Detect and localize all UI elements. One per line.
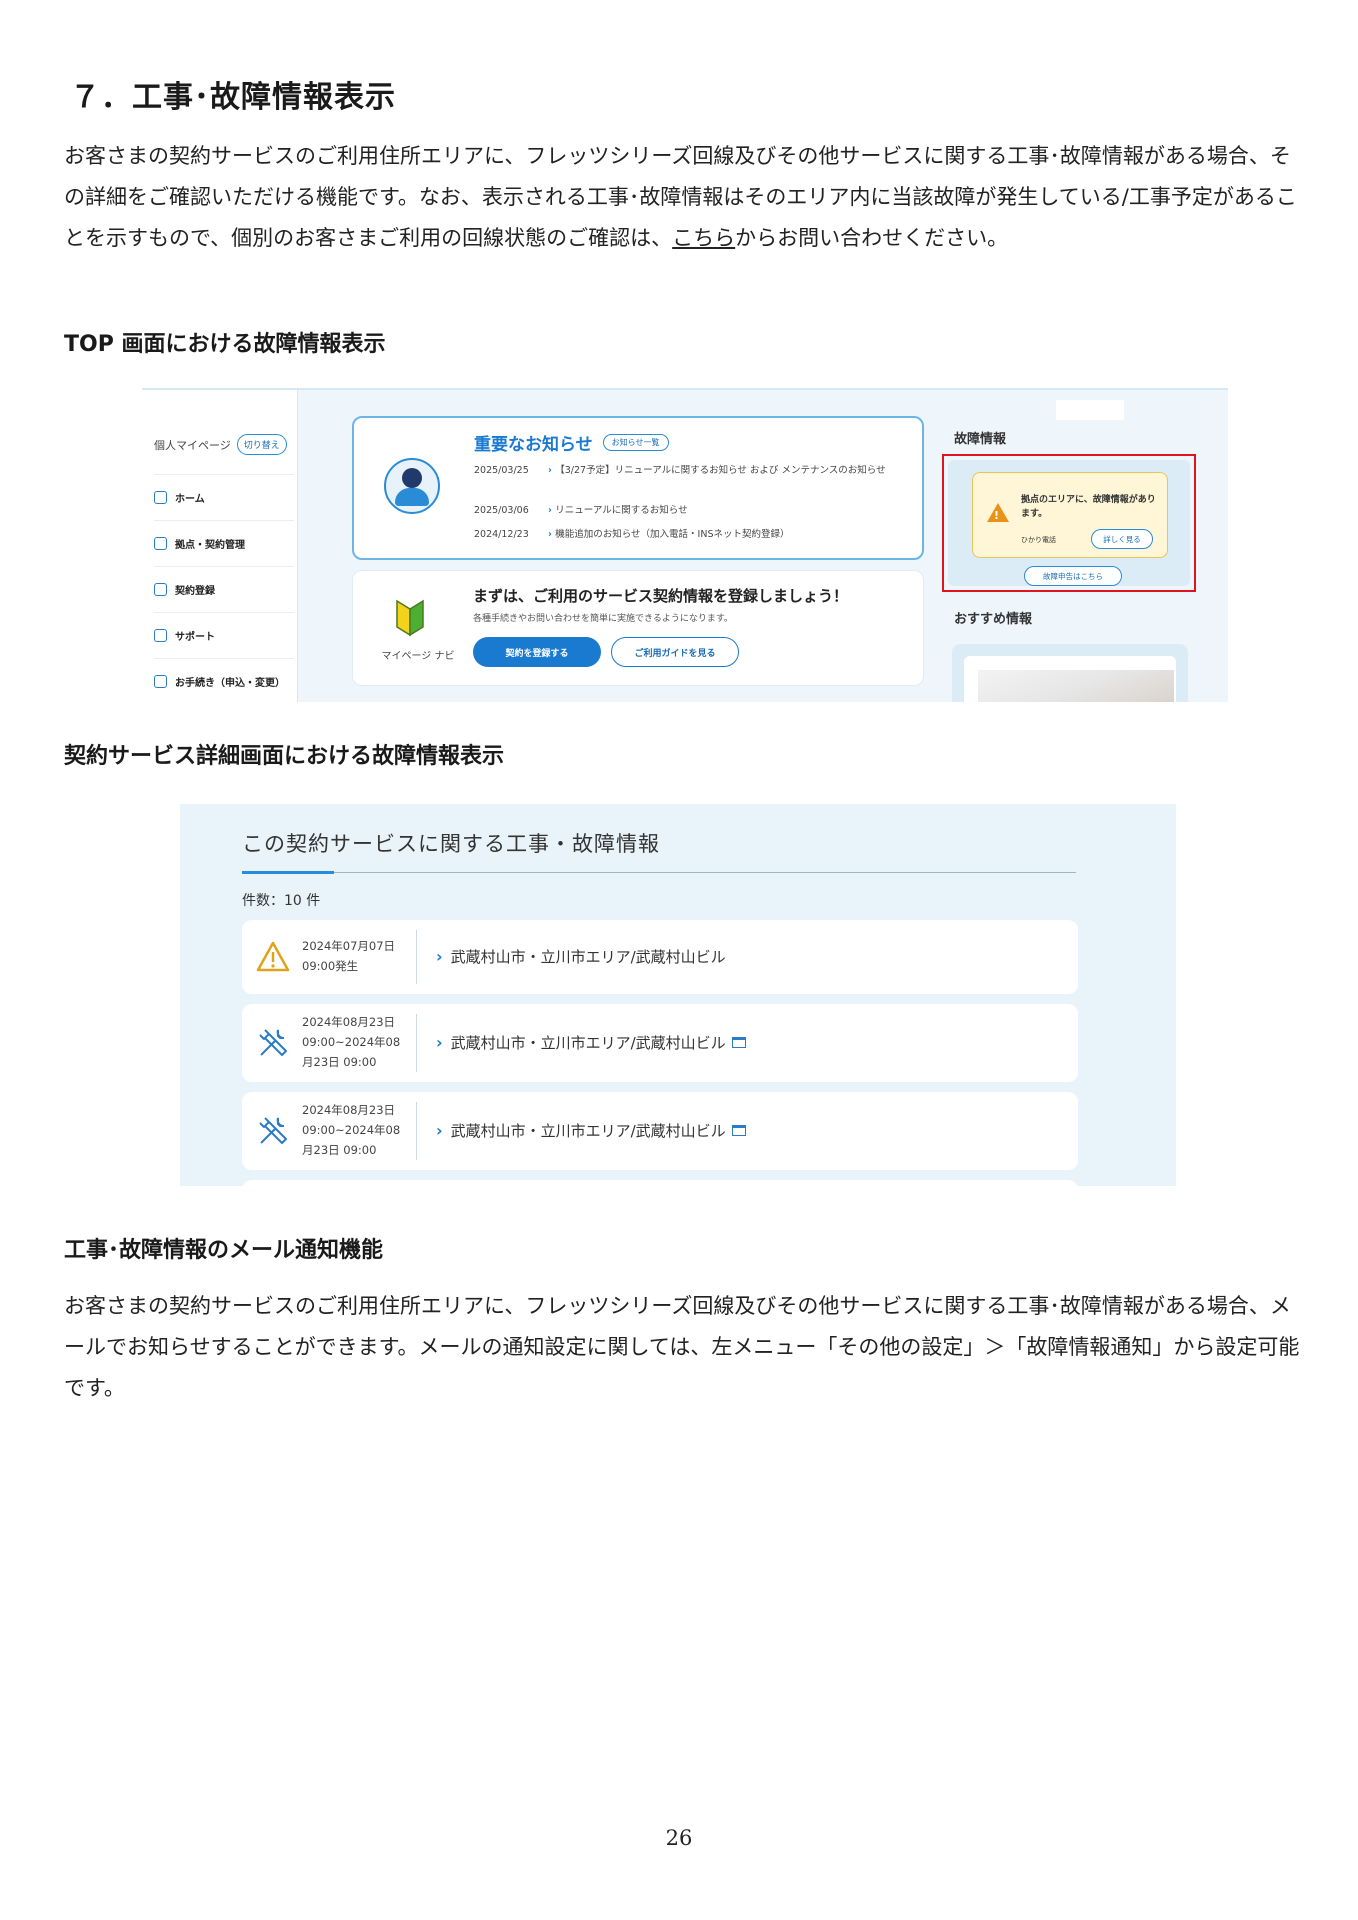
notice-title: 重要なお知らせ: [474, 435, 593, 455]
navi-label: マイページ ナビ: [381, 651, 455, 662]
document-icon: [154, 675, 167, 688]
intro-paragraph: お客さまの契約サービスのご利用住所エリアに、フレッツシリーズ回線及びその他サービ…: [64, 136, 1304, 259]
warning-mark: !: [994, 509, 1000, 522]
notice-title-row: 重要なお知らせ お知らせ一覧: [474, 430, 669, 455]
sidebar-item-label: 契約登録: [175, 586, 215, 597]
sidebar-item-home[interactable]: ホーム: [154, 474, 294, 520]
navi-subtitle: 各種手続きやお問い合わせを簡単に実施できるようになります。: [473, 614, 733, 624]
section3-title: 工事･故障情報のメール通知機能: [64, 1238, 384, 1263]
mypage-navi-card: マイページ ナビ まずは、ご利用のサービス契約情報を登録しましょう！ 各種手続き…: [352, 570, 924, 686]
recommend-card[interactable]: [952, 644, 1188, 702]
sidebar-item-procedures[interactable]: お手続き（申込・変更）: [154, 658, 294, 702]
notice-text: 【3/27予定】リニューアルに関するお知らせ および メンテナンスのお知らせ: [548, 464, 914, 478]
sidebar-title: 個人マイページ: [154, 438, 231, 452]
fault-service: ひかり電話: [1021, 536, 1056, 544]
fault-info-title: 故障情報: [954, 432, 1007, 447]
fault-alert: ! 拠点のエリアに、故障情報があります。 ひかり電話 詳しく見る: [972, 472, 1168, 558]
section-heading: ７．工事･故障情報表示: [70, 80, 396, 115]
sidebar-item-support[interactable]: サポート: [154, 612, 294, 658]
fault-alert-text: 拠点のエリアに、故障情報があります。: [1021, 495, 1156, 519]
tools-icon: [259, 1117, 287, 1144]
external-window-icon: [731, 1125, 746, 1136]
row-date: 2024年08月23日 09:00~2024年08 月23日 09:00: [302, 1103, 401, 1157]
recommend-image: [978, 670, 1174, 702]
highlight-frame: ! 拠点のエリアに、故障情報があります。 ひかり電話 詳しく見る 故障申告はこち…: [942, 454, 1196, 592]
record-count: 件数：10 件: [242, 893, 321, 909]
row-divider: [416, 1014, 417, 1072]
sidebar: 個人マイページ 切り替え ホーム 拠点・契約管理 契約登録 サポート お手続き（…: [142, 390, 298, 702]
row-location: › 武蔵村山市・立川市エリア/武蔵村山ビル: [436, 1120, 746, 1141]
contact-link[interactable]: こちら: [672, 226, 735, 250]
section1-title: TOP 画面における故障情報表示: [64, 332, 386, 357]
building-icon: [154, 537, 167, 550]
title-rule-accent: [242, 871, 334, 874]
beginner-mark-icon: [396, 599, 424, 637]
home-icon: [154, 491, 167, 504]
sidebar-item-label: ホーム: [175, 494, 205, 505]
sidebar-item-label: サポート: [175, 632, 215, 643]
operator-avatar-icon: [384, 458, 440, 514]
warning-icon: [256, 941, 290, 972]
blank-box: [1056, 400, 1124, 420]
table-row[interactable]: 2024年08月23日 09:00~2024年08 月23日 09:00 › 武蔵村山…: [242, 1092, 1078, 1170]
title-rule: [242, 872, 1076, 873]
notice-item[interactable]: 2024/12/23 機能追加のお知らせ（加入電話・INSネット契約登録）: [474, 528, 914, 542]
notice-date: 2025/03/06: [474, 505, 529, 516]
usage-guide-button[interactable]: ご利用ガイドを見る: [611, 637, 739, 667]
contract-detail-screenshot: この契約サービスに関する工事・故障情報 件数：10 件 2024年07月07日 0…: [180, 804, 1176, 1186]
sidebar-item-label: 拠点・契約管理: [175, 540, 245, 551]
important-notice-card: 重要なお知らせ お知らせ一覧 2025/03/25 【3/27予定】リニューアルに…: [352, 416, 924, 560]
intro-text-end: からお問い合わせください。: [735, 226, 1009, 250]
section2-title: 契約サービス詳細画面における故障情報表示: [64, 744, 505, 769]
row-divider: [416, 930, 417, 984]
notice-text: 機能追加のお知らせ（加入電話・INSネット契約登録）: [548, 528, 914, 542]
recommend-title: おすすめ情報: [954, 612, 1033, 627]
page-number: 26: [665, 1826, 693, 1850]
tools-icon: [259, 1029, 287, 1056]
table-row[interactable]: 2024年07月07日 09:00発生 › 武蔵村山市・立川市エリア/武蔵村山ビル: [242, 920, 1078, 994]
sidebar-item-sites[interactable]: 拠点・契約管理: [154, 520, 294, 566]
register-contract-button[interactable]: 契約を登録する: [473, 637, 601, 667]
switch-button[interactable]: 切り替え: [236, 434, 287, 455]
row-divider: [416, 1102, 417, 1160]
fault-report-button[interactable]: 故障申告はこちら: [1024, 566, 1122, 586]
fault-details-button[interactable]: 詳しく見る: [1091, 529, 1153, 549]
external-window-icon: [731, 1037, 746, 1048]
notice-list-button[interactable]: お知らせ一覧: [602, 434, 669, 451]
navi-title: まずは、ご利用のサービス契約情報を登録しましょう！: [473, 587, 849, 605]
notice-item[interactable]: 2025/03/25 【3/27予定】リニューアルに関するお知らせ および メンテ…: [474, 464, 914, 478]
notice-date: 2024/12/23: [474, 529, 529, 540]
table-row[interactable]: 2024年08月23日 09:00~2024年08 月23日 09:00 › 武蔵村山…: [242, 1004, 1078, 1082]
mail-paragraph: お客さまの契約サービスのご利用住所エリアに、フレッツシリーズ回線及びその他サービ…: [64, 1294, 1300, 1400]
row-location: › 武蔵村山市・立川市エリア/武蔵村山ビル: [436, 1032, 746, 1053]
row-location: › 武蔵村山市・立川市エリア/武蔵村山ビル: [436, 947, 726, 966]
notice-item[interactable]: 2025/03/06 リニューアルに関するお知らせ: [474, 504, 914, 518]
notice-text: リニューアルに関するお知らせ: [548, 504, 914, 518]
support-icon: [154, 629, 167, 642]
top-screen-screenshot: 個人マイページ 切り替え ホーム 拠点・契約管理 契約登録 サポート お手続き（…: [142, 388, 1228, 702]
table-row-partial: [242, 1180, 1078, 1186]
detail-title: この契約サービスに関する工事・故障情報: [242, 832, 660, 856]
right-column: 故障情報 ! 拠点のエリアに、故障情報があります。 ひかり電話 詳しく見る 故障…: [942, 390, 1228, 702]
row-date: 2024年07月07日 09:00発生: [302, 939, 396, 973]
sidebar-header: 個人マイページ 切り替え: [154, 434, 287, 455]
sidebar-item-label: お手続き（申込・変更）: [175, 678, 285, 689]
fault-panel: ! 拠点のエリアに、故障情報があります。 ひかり電話 詳しく見る 故障申告はこち…: [948, 460, 1190, 586]
link-icon: [154, 583, 167, 596]
row-date: 2024年08月23日 09:00~2024年08 月23日 09:00: [302, 1015, 401, 1069]
sidebar-item-register[interactable]: 契約登録: [154, 566, 294, 612]
notice-date: 2025/03/25: [474, 465, 529, 476]
